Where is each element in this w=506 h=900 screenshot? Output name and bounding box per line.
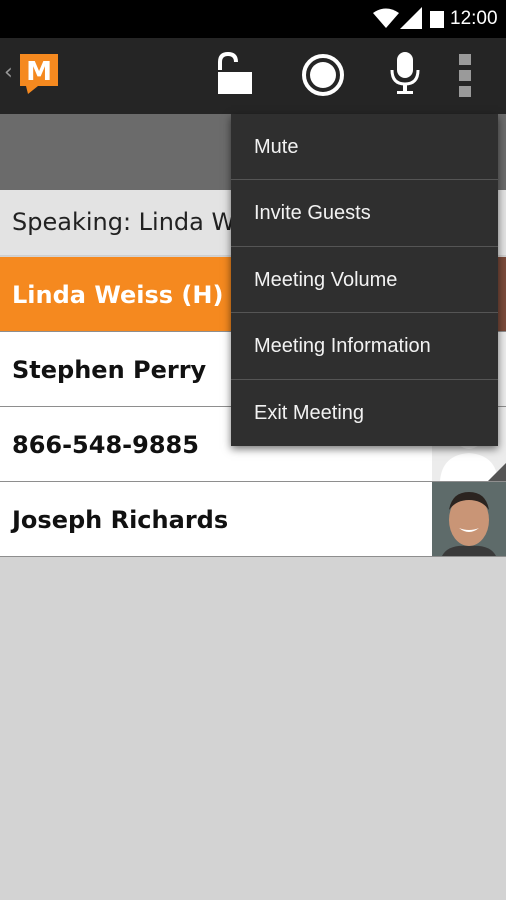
- app-logo[interactable]: M: [20, 54, 60, 100]
- menu-item-mute[interactable]: Mute: [231, 114, 498, 181]
- menu-item-label: Meeting Information: [254, 335, 431, 358]
- participant-name: Linda Weiss (H): [12, 281, 224, 309]
- participant-name: Joseph Richards: [12, 506, 229, 534]
- wifi-icon: [373, 8, 399, 28]
- unlock-icon[interactable]: [214, 52, 254, 96]
- status-time: 12:00: [450, 8, 498, 29]
- overflow-menu-icon[interactable]: [458, 52, 472, 98]
- menu-item-label: Invite Guests: [254, 202, 371, 225]
- microphone-icon[interactable]: [388, 50, 422, 96]
- menu-item-meeting-volume[interactable]: Meeting Volume: [231, 247, 498, 314]
- menu-item-label: Exit Meeting: [254, 401, 365, 424]
- menu-item-label: Meeting Volume: [254, 268, 398, 291]
- logo-letter: M: [26, 57, 52, 87]
- participant-row[interactable]: Joseph Richards: [0, 482, 506, 557]
- participant-avatar: [432, 482, 506, 556]
- battery-icon: [430, 11, 444, 28]
- overflow-popup-menu: Mute Invite Guests Meeting Volume Meetin…: [231, 114, 498, 446]
- signal-icon: [400, 7, 422, 29]
- menu-item-invite-guests[interactable]: Invite Guests: [231, 180, 498, 247]
- status-bar: 12:00: [0, 0, 506, 38]
- participant-name: 866-548-9885: [12, 431, 199, 459]
- record-icon[interactable]: [300, 52, 346, 98]
- action-bar: ‹ M: [0, 38, 506, 114]
- menu-item-label: Mute: [254, 136, 299, 158]
- participant-name: Stephen Perry: [12, 356, 207, 384]
- back-chevron-icon[interactable]: ‹: [4, 60, 13, 85]
- menu-item-exit-meeting[interactable]: Exit Meeting: [231, 380, 498, 446]
- speaking-label: Speaking: Linda W: [12, 208, 236, 236]
- menu-item-meeting-information[interactable]: Meeting Information: [231, 313, 498, 380]
